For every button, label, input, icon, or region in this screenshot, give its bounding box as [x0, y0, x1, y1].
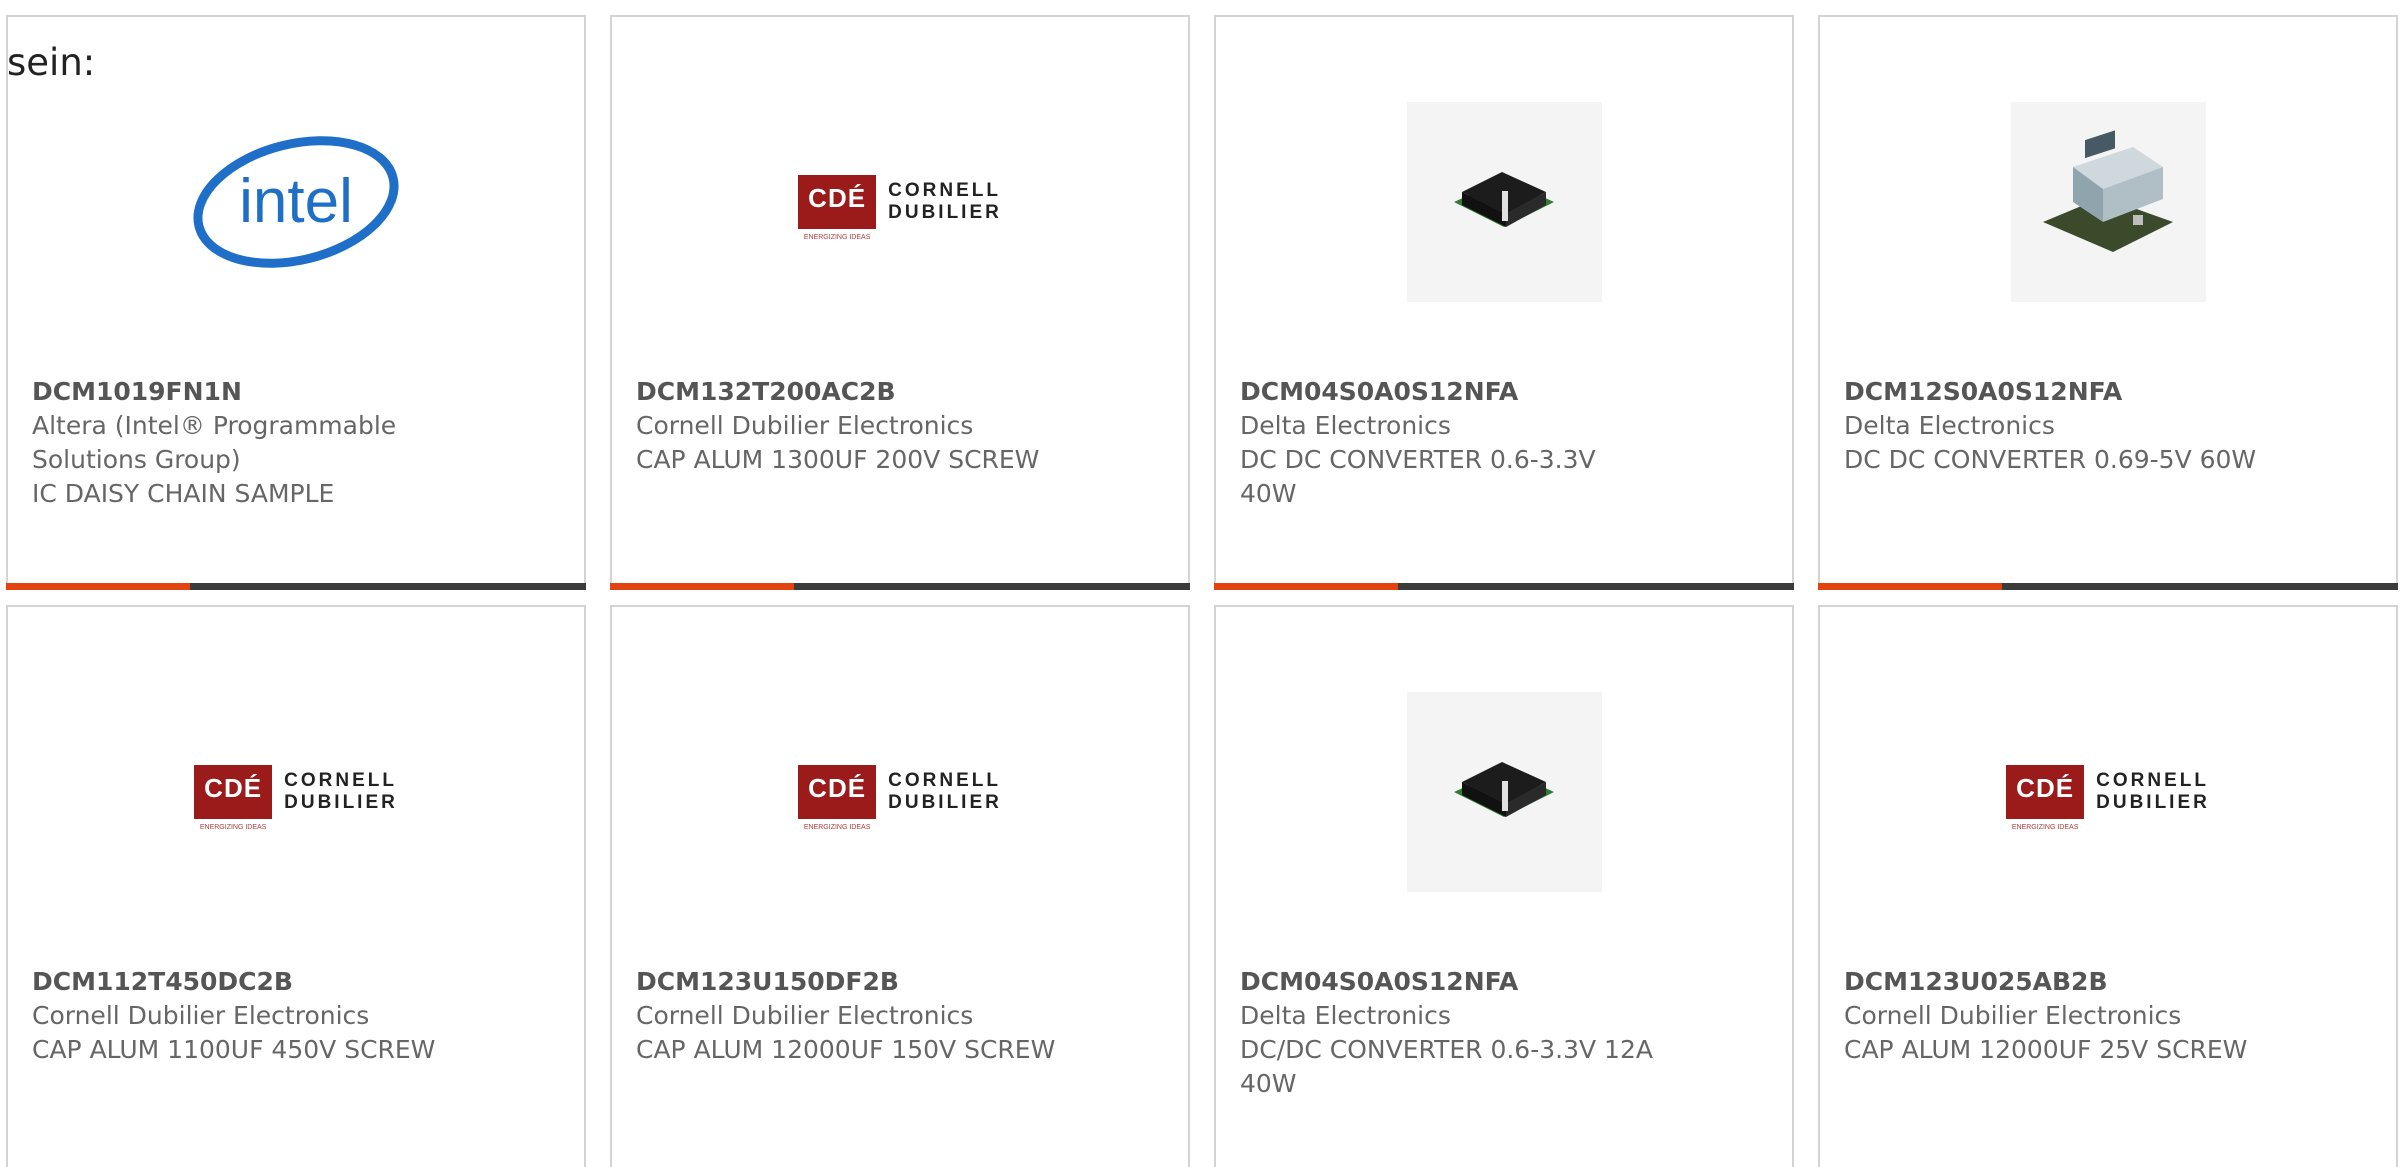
cde-logo-mark: CDÉ ENERGIZING IDEAS [798, 765, 877, 831]
manufacturer: Cornell Dubilier Electronics [636, 411, 974, 440]
card-bar [1818, 583, 2398, 590]
manufacturer: Altera (Intel® Programmable Solutions Gr… [32, 411, 397, 474]
part-number[interactable]: DCM123U150DF2B [636, 965, 1056, 999]
description: IC DAISY CHAIN SAMPLE [32, 479, 335, 508]
manufacturer: Cornell Dubilier Electronics [636, 1001, 974, 1030]
dc-converter-icon [1454, 762, 1554, 817]
product-card[interactable]: CDÉ ENERGIZING IDEAS CORNELL DUBILIER DC… [610, 15, 1190, 590]
part-number[interactable]: DCM123U025AB2B [1844, 965, 2264, 999]
product-info: DCM04S0A0S12NFA Delta Electronics DC DC … [1240, 375, 1660, 511]
product-info: DCM04S0A0S12NFA Delta Electronics DC/DC … [1240, 965, 1660, 1101]
card-bar [6, 583, 586, 590]
intro-text: sein: [7, 41, 96, 84]
cde-logo-words: CORNELL DUBILIER [888, 770, 1002, 813]
cde-logo-mark: CDÉ ENERGIZING IDEAS [798, 175, 877, 241]
product-image[interactable]: CDÉ ENERGIZING IDEAS CORNELL DUBILIER [612, 77, 1188, 327]
product-grid-page: sein: intel DCM1019FN1N Altera (Intel® P… [0, 0, 2400, 1167]
description: CAP ALUM 12000UF 25V SCREW [1844, 1035, 2248, 1064]
product-info: DCM1019FN1N Altera (Intel® Programmable … [32, 375, 452, 511]
product-card[interactable]: CDÉ ENERGIZING IDEAS CORNELL DUBILIER DC… [1818, 605, 2398, 1167]
card-bar-accent [610, 583, 794, 590]
product-image[interactable]: CDÉ ENERGIZING IDEAS CORNELL DUBILIER [612, 667, 1188, 917]
card-bar-accent [1214, 583, 1398, 590]
cde-logo-words: CORNELL DUBILIER [888, 180, 1002, 223]
product-card[interactable]: CDÉ ENERGIZING IDEAS CORNELL DUBILIER DC… [6, 605, 586, 1167]
cde-logo-mark: CDÉ ENERGIZING IDEAS [2006, 765, 2085, 831]
product-image[interactable]: CDÉ ENERGIZING IDEAS CORNELL DUBILIER [8, 667, 584, 917]
product-image[interactable]: intel [8, 77, 584, 327]
part-number[interactable]: DCM132T200AC2B [636, 375, 1056, 409]
cde-logo-mark: CDÉ ENERGIZING IDEAS [194, 765, 273, 831]
product-info: DCM132T200AC2B Cornell Dubilier Electron… [636, 375, 1056, 477]
dc-converter-icon [1454, 172, 1554, 227]
cde-logo: CDÉ ENERGIZING IDEAS CORNELL DUBILIER [194, 765, 398, 831]
product-image[interactable]: CDÉ ENERGIZING IDEAS CORNELL DUBILIER [1820, 667, 2396, 917]
manufacturer: Delta Electronics [1240, 411, 1451, 440]
dc-converter-photo [1406, 692, 1602, 892]
dc-converter-module-icon [2043, 130, 2173, 252]
product-card[interactable]: DCM12S0A0S12NFA Delta Electronics DC DC … [1818, 15, 2398, 590]
description: DC/DC CONVERTER 0.6-3.3V 12A 40W [1240, 1035, 1653, 1098]
description: CAP ALUM 1300UF 200V SCREW [636, 445, 1040, 474]
card-bar [1214, 583, 1794, 590]
part-number[interactable]: DCM04S0A0S12NFA [1240, 375, 1660, 409]
card-bar [610, 583, 1190, 590]
cde-logo: CDÉ ENERGIZING IDEAS CORNELL DUBILIER [2006, 765, 2210, 831]
part-number[interactable]: DCM112T450DC2B [32, 965, 452, 999]
product-image[interactable] [1216, 667, 1792, 917]
product-image[interactable] [1216, 77, 1792, 327]
manufacturer: Cornell Dubilier Electronics [1844, 1001, 2182, 1030]
dc-converter-photo [1406, 102, 1602, 302]
description: CAP ALUM 1100UF 450V SCREW [32, 1035, 436, 1064]
intel-logo-text: intel [239, 167, 353, 236]
manufacturer: Delta Electronics [1844, 411, 2055, 440]
product-info: DCM112T450DC2B Cornell Dubilier Electron… [32, 965, 452, 1067]
product-info: DCM123U150DF2B Cornell Dubilier Electron… [636, 965, 1056, 1067]
intel-logo: intel [193, 136, 399, 268]
product-card[interactable]: intel DCM1019FN1N Altera (Intel® Program… [6, 15, 586, 590]
card-bar-accent [1818, 583, 2002, 590]
cde-logo-words: CORNELL DUBILIER [284, 770, 398, 813]
product-info: DCM123U025AB2B Cornell Dubilier Electron… [1844, 965, 2264, 1067]
cde-logo: CDÉ ENERGIZING IDEAS CORNELL DUBILIER [798, 765, 1002, 831]
dc-converter-module-photo [2010, 102, 2206, 302]
part-number[interactable]: DCM1019FN1N [32, 375, 452, 409]
product-card[interactable]: DCM04S0A0S12NFA Delta Electronics DC/DC … [1214, 605, 1794, 1167]
description: DC DC CONVERTER 0.6-3.3V 40W [1240, 445, 1596, 508]
product-card[interactable]: DCM04S0A0S12NFA Delta Electronics DC DC … [1214, 15, 1794, 590]
description: CAP ALUM 12000UF 150V SCREW [636, 1035, 1056, 1064]
part-number[interactable]: DCM04S0A0S12NFA [1240, 965, 1660, 999]
manufacturer: Delta Electronics [1240, 1001, 1451, 1030]
part-number[interactable]: DCM12S0A0S12NFA [1844, 375, 2264, 409]
cde-logo-words: CORNELL DUBILIER [2096, 770, 2210, 813]
cde-logo: CDÉ ENERGIZING IDEAS CORNELL DUBILIER [798, 175, 1002, 241]
product-image[interactable] [1820, 77, 2396, 327]
description: DC DC CONVERTER 0.69-5V 60W [1844, 445, 2257, 474]
card-bar-accent [6, 583, 190, 590]
product-card[interactable]: CDÉ ENERGIZING IDEAS CORNELL DUBILIER DC… [610, 605, 1190, 1167]
manufacturer: Cornell Dubilier Electronics [32, 1001, 370, 1030]
product-info: DCM12S0A0S12NFA Delta Electronics DC DC … [1844, 375, 2264, 477]
